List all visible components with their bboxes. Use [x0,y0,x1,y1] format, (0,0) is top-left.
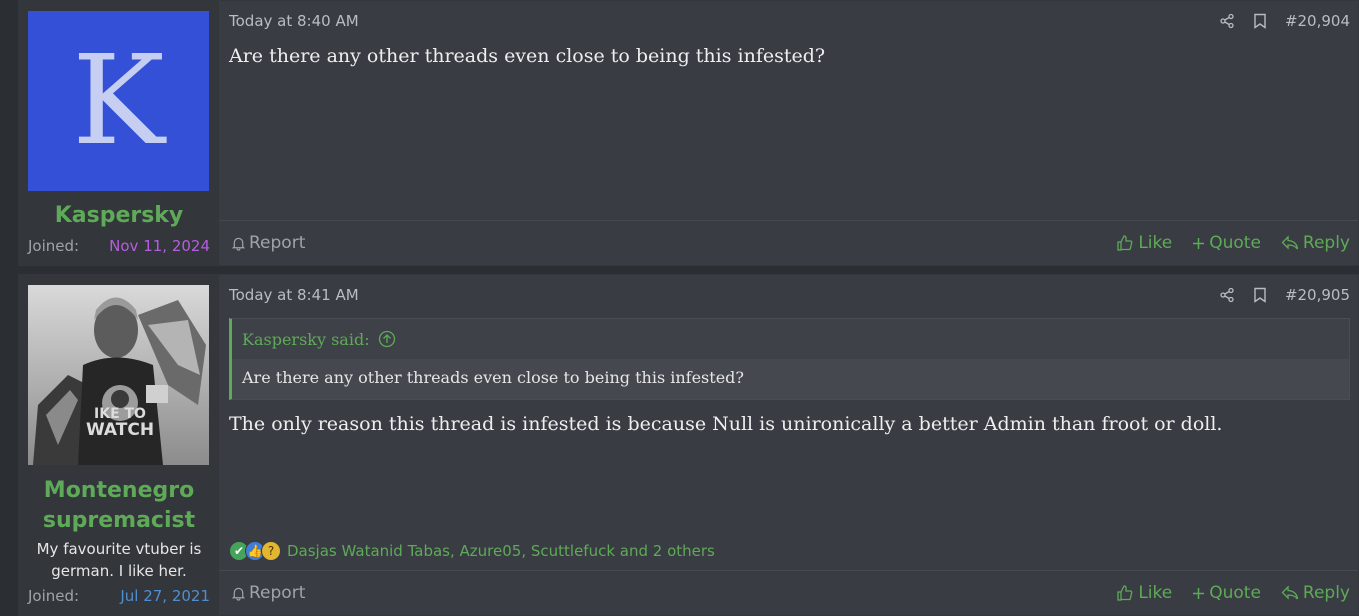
arrow-up-circle-icon[interactable] [378,330,396,348]
user-info: K Kaspersky Joined: Nov 11, 2024 [19,1,219,265]
quote-button[interactable]: Quote [1192,583,1261,603]
reply-label: Reply [1302,583,1350,603]
report-button[interactable]: Report [231,583,305,603]
quote-button[interactable]: Quote [1192,233,1261,253]
post-20905: IKE TO WATCH Montenegro supremacist My f… [18,274,1359,616]
reactions-bar[interactable]: ✔ 👍 ? Dasjas Watanid Tabas, Azure05, Scu… [229,541,715,561]
quote-label: Quote [1209,233,1261,253]
like-button[interactable]: Like [1116,583,1172,603]
user-info: IKE TO WATCH Montenegro supremacist My f… [19,275,219,615]
post-footer: Report Like Quote Reply [219,220,1358,265]
quote-header[interactable]: Kaspersky said: [232,319,1349,359]
share-icon[interactable] [1219,13,1235,29]
avatar[interactable]: IKE TO WATCH [28,285,209,465]
bell-icon [231,587,246,601]
joined-row: Joined: Nov 11, 2024 [28,237,210,255]
username[interactable]: Kaspersky [19,201,219,231]
quote-text: Are there any other threads even close t… [232,359,1349,399]
like-label: Like [1138,233,1173,253]
post-footer: Report Like Quote Reply [219,570,1358,615]
joined-date: Nov 11, 2024 [109,237,210,255]
joined-row: Joined: Jul 27, 2021 [28,587,210,605]
bookmark-icon[interactable] [1253,13,1267,29]
post-tools: #20,905 [1219,286,1350,304]
plus-icon [1193,237,1205,249]
share-icon[interactable] [1219,287,1235,303]
report-label: Report [249,583,306,603]
thumbs-up-icon [1117,585,1133,601]
post-20904: K Kaspersky Joined: Nov 11, 2024 Today a… [18,0,1359,266]
joined-label: Joined: [28,237,80,255]
thinking-icon: ? [261,541,281,561]
post-number[interactable]: #20,905 [1285,286,1350,304]
message-body: Today at 8:40 AM #20,904 Are there any o… [219,1,1358,265]
post-content: Are there any other threads even close t… [229,45,826,67]
message-body: Today at 8:41 AM #20,905 Kaspersky said: [219,275,1358,615]
joined-date: Jul 27, 2021 [120,587,210,605]
avatar[interactable]: K [28,11,209,191]
like-label: Like [1138,583,1173,603]
post-content: The only reason this thread is infested … [229,413,1223,435]
bookmark-icon[interactable] [1253,287,1267,303]
reply-button[interactable]: Reply [1281,583,1350,603]
report-label: Report [249,233,306,253]
quote-block: Kaspersky said: Are there any other thre… [229,318,1350,400]
post-actions: Like Quote Reply [1116,233,1350,253]
report-button[interactable]: Report [231,233,305,253]
post-timestamp[interactable]: Today at 8:41 AM [229,286,359,304]
reactors-list[interactable]: Dasjas Watanid Tabas, Azure05, Scuttlefu… [287,542,715,560]
quote-label: Quote [1209,583,1261,603]
post-tools: #20,904 [1219,12,1350,30]
post-timestamp[interactable]: Today at 8:40 AM [229,12,359,30]
reply-button[interactable]: Reply [1281,233,1350,253]
joined-label: Joined: [28,587,80,605]
post-actions: Like Quote Reply [1116,583,1350,603]
post-number[interactable]: #20,904 [1285,12,1350,30]
svg-text:WATCH: WATCH [86,420,154,440]
plus-icon [1193,587,1205,599]
quote-author[interactable]: Kaspersky said: [242,330,370,349]
like-button[interactable]: Like [1116,233,1172,253]
thumbs-up-icon [1117,235,1133,251]
reply-icon [1281,235,1299,250]
username[interactable]: Montenegro supremacist [19,476,219,536]
bell-icon [231,237,246,251]
reply-label: Reply [1302,233,1350,253]
reply-icon [1281,585,1299,600]
user-title: My favourite vtuber is german. I like he… [36,540,202,580]
